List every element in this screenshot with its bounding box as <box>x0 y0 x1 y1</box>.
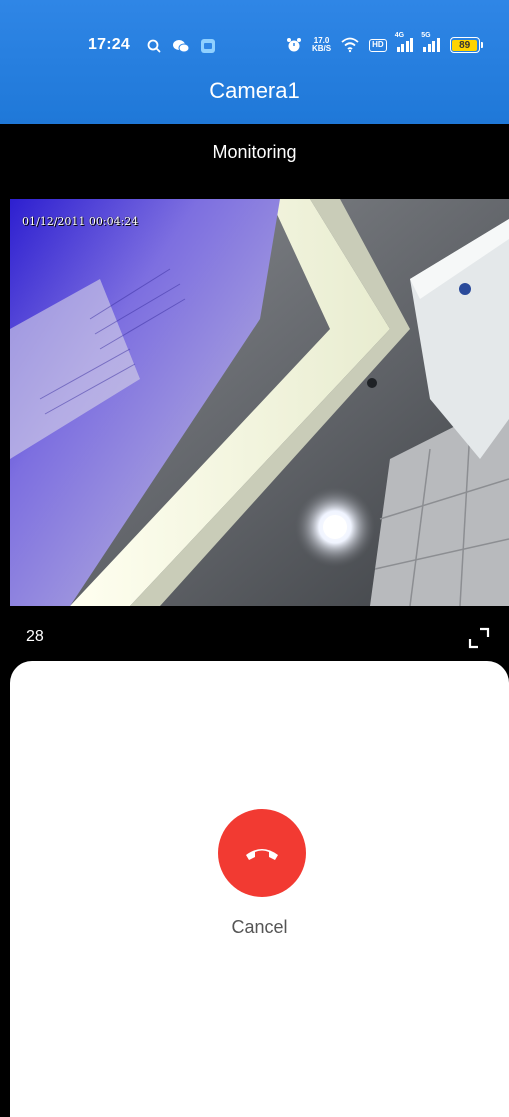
video-frame-image <box>10 199 509 606</box>
cancel-label: Cancel <box>231 917 288 937</box>
app-header: 17:24 17.0 KB/S HD 4G 5G 89 Camera1 <box>0 0 509 124</box>
status-time: 17:24 <box>88 36 130 53</box>
camera-video-feed[interactable]: 01/12/2011 00:04:24 <box>10 199 509 606</box>
hd-icon: HD <box>369 38 387 52</box>
status-left-icons <box>146 37 216 55</box>
network-speed: 17.0 KB/S <box>312 37 331 53</box>
app-screen: 17:24 17.0 KB/S HD 4G 5G 89 Camera1 Moni… <box>0 0 509 1117</box>
signal-5g-tag: 5G <box>421 32 431 39</box>
video-timestamp: 01/12/2011 00:04:24 <box>22 215 139 228</box>
status-right-icons: 17.0 KB/S HD 4G 5G 89 <box>286 32 483 54</box>
fullscreen-icon[interactable] <box>466 625 492 651</box>
call-counter: 28 <box>26 628 44 645</box>
signal-4g-icon: 4G <box>395 32 414 52</box>
battery-icon: 89 <box>449 37 483 53</box>
status-bar: 17:24 17.0 KB/S HD 4G 5G 89 <box>0 0 509 66</box>
network-speed-unit: KB/S <box>312 44 332 53</box>
battery-level: 89 <box>452 39 478 51</box>
alarm-icon <box>286 36 302 54</box>
wifi-icon <box>341 36 359 54</box>
signal-5g-icon: 5G <box>421 32 440 52</box>
phone-hangup-icon <box>246 849 278 860</box>
monitoring-label: Monitoring <box>212 142 297 162</box>
hangup-button[interactable] <box>218 809 306 897</box>
call-control-sheet: Cancel <box>10 661 509 1117</box>
app-notification-icon <box>200 37 216 55</box>
video-controls-bar: 28 <box>0 606 509 666</box>
wechat-icon <box>172 37 190 55</box>
monitoring-bar: Monitoring <box>0 124 509 199</box>
signal-4g-tag: 4G <box>394 32 405 39</box>
search-icon <box>146 37 162 55</box>
page-title: Camera1 <box>209 78 300 103</box>
